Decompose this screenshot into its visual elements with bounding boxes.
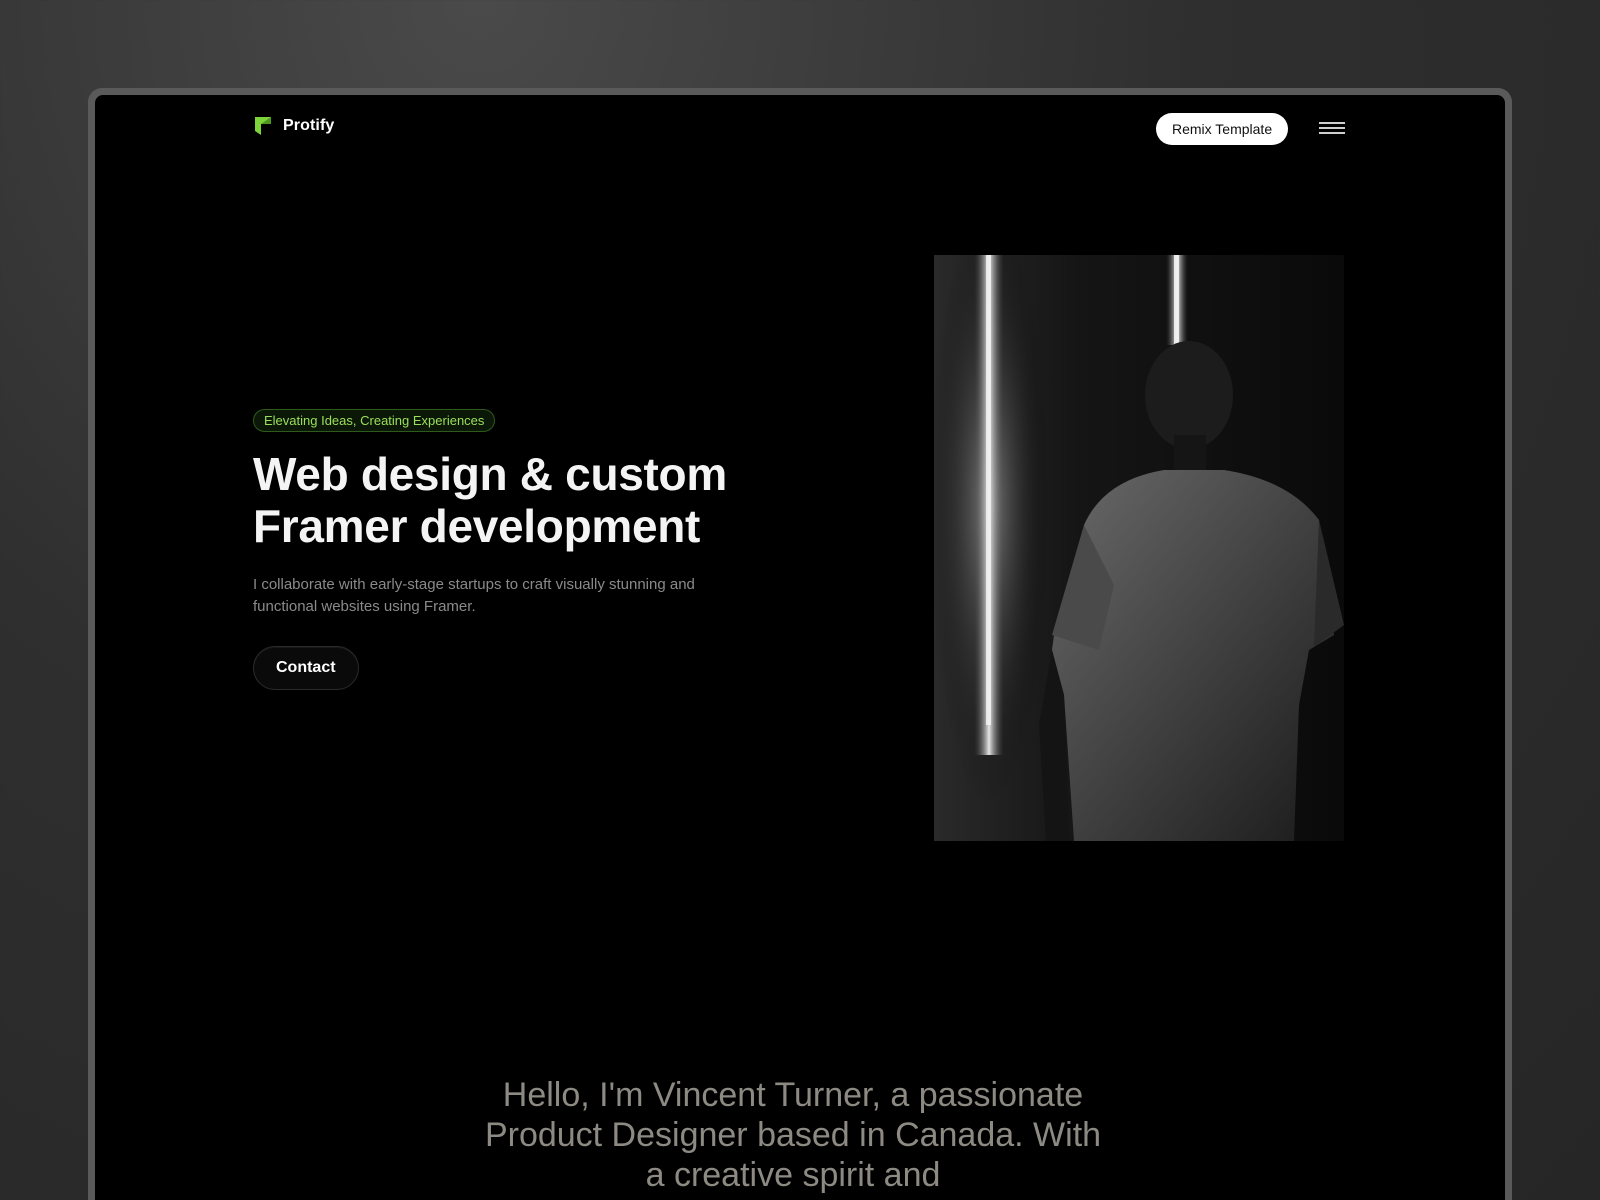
hero-headline: Web design & custom Framer development — [253, 448, 727, 552]
logo-text: Protify — [283, 117, 335, 134]
logo[interactable]: Protify — [253, 115, 334, 137]
hero-description: I collaborate with early-stage startups … — [253, 576, 695, 615]
hamburger-icon[interactable] — [1319, 122, 1345, 136]
remix-template-button[interactable]: Remix Template — [1156, 113, 1289, 145]
portrait-image — [934, 255, 1344, 841]
hero-photo — [934, 255, 1344, 841]
top-nav: Protify Remix Template — [95, 95, 1505, 159]
browser-frame: Protify Remix Template Elevating Ideas, … — [88, 88, 1512, 1200]
tagline-badge: Elevating Ideas, Creating Experiences — [253, 409, 496, 432]
page-viewport: Protify Remix Template Elevating Ideas, … — [95, 95, 1505, 1200]
protify-logo-icon — [255, 117, 271, 135]
contact-button[interactable]: Contact — [253, 646, 359, 690]
hero-section: Elevating Ideas, Creating Experiences We… — [253, 409, 773, 690]
intro-statement: Hello, I'm Vincent Turner, a passionate … — [484, 1076, 1102, 1194]
